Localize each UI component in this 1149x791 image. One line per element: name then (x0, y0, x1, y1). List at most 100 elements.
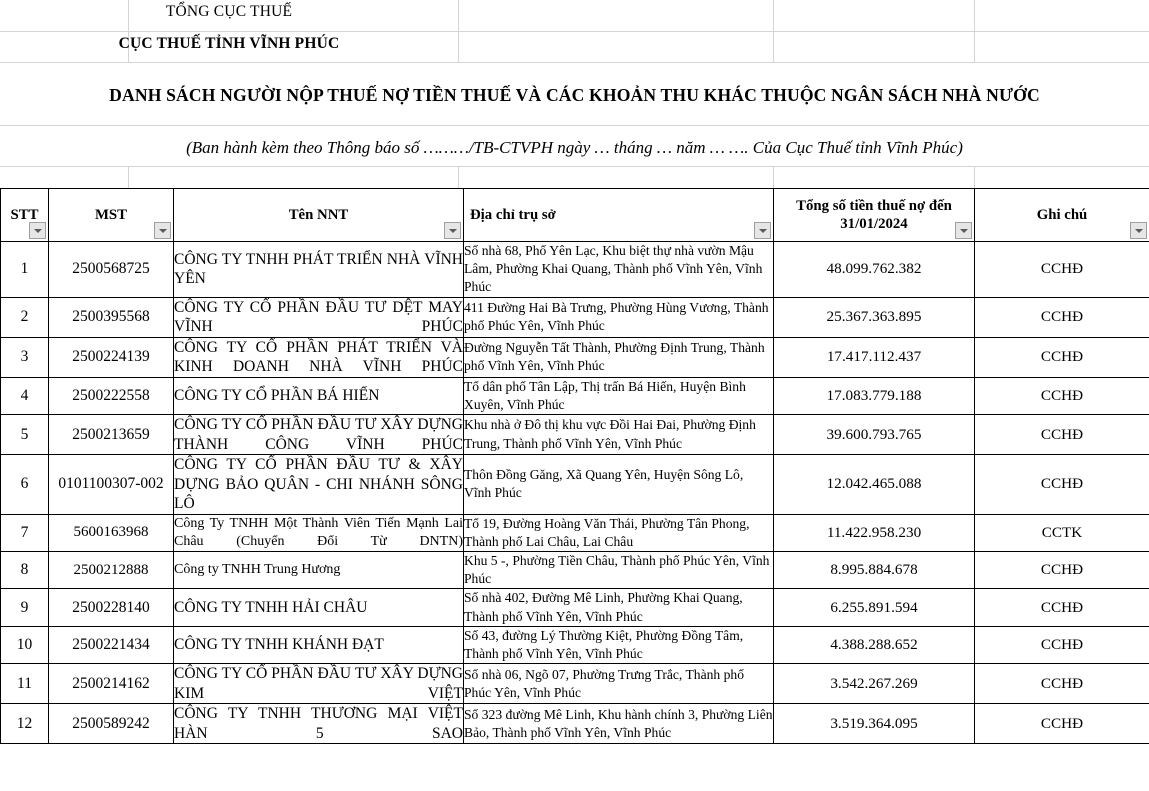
cell-stt: 10 (0, 625, 49, 665)
cell-stt: 2 (0, 296, 49, 338)
table-row: 9 2500228140 CÔNG TY TNHH HẢI CHÂU Số nh… (0, 588, 1149, 627)
column-header-note: Ghi chú (974, 188, 1149, 242)
cell-amount: 17.083.779.188 (773, 376, 975, 416)
cell-mst: 2500221434 (48, 625, 174, 665)
cell-amount: 4.388.288.652 (773, 625, 975, 665)
chevron-down-icon (758, 228, 767, 233)
cell-amount: 11.422.958.230 (773, 513, 975, 553)
table-row: 4 2500222558 CÔNG TY CỔ PHẦN BÁ HIẾN Tổ … (0, 376, 1149, 416)
cell-note: CCHĐ (974, 296, 1149, 338)
chevron-down-icon (158, 228, 167, 233)
cell-mst: 2500213659 (48, 414, 174, 456)
chevron-down-icon (959, 228, 968, 233)
cell-address: Tổ 19, Đường Hoàng Văn Thái, Phường Tân … (463, 513, 774, 553)
cell-amount: 17.417.112.437 (773, 336, 975, 378)
document-subtitle: (Ban hành kèm theo Thông báo số ………/TB-C… (186, 138, 963, 157)
column-header-mst: MST (48, 188, 174, 242)
filter-dropdown-icon[interactable] (29, 222, 46, 239)
cell-address: Số 43, đường Lý Thường Kiệt, Phường Đồng… (463, 625, 774, 665)
cell-amount: 3.542.267.269 (773, 663, 975, 705)
cell-amount: 25.367.363.895 (773, 296, 975, 338)
gridline-horizontal (0, 125, 1149, 126)
cell-amount: 12.042.465.088 (773, 454, 975, 515)
filter-dropdown-icon[interactable] (754, 222, 771, 239)
cell-stt: 12 (0, 703, 49, 745)
column-header-label: Địa chỉ trụ sở (470, 206, 556, 223)
gridline-vertical (773, 0, 774, 63)
cell-address: Khu nhà ở Đô thị khu vực Đồi Hai Đai, Ph… (463, 414, 774, 456)
column-header-label: Ghi chú (1036, 206, 1088, 223)
cell-name: CÔNG TY TNHH PHÁT TRIỂN NHÀ VĨNH YÊN (173, 241, 464, 298)
cell-note: CCHĐ (974, 336, 1149, 378)
cell-note: CCHĐ (974, 376, 1149, 416)
table-row: 6 0101100307-002 CÔNG TY CỔ PHẦN ĐẦU TƯ … (0, 454, 1149, 515)
table-row: 5 2500213659 CÔNG TY CỔ PHẦN ĐẦU TƯ XÂY … (0, 414, 1149, 456)
cell-note: CCTK (974, 513, 1149, 553)
cell-stt: 5 (0, 414, 49, 456)
cell-mst: 2500228140 (48, 588, 174, 627)
issuing-authority-top: TỔNG CỤC THUẾ (165, 3, 293, 20)
cell-address: Tổ dân phố Tân Lập, Thị trấn Bá Hiến, Hu… (463, 376, 774, 416)
cell-mst: 2500222558 (48, 376, 174, 416)
cell-amount: 3.519.364.095 (773, 703, 975, 745)
cell-stt: 7 (0, 513, 49, 553)
cell-mst: 2500568725 (48, 241, 174, 298)
table-row: 8 2500212888 Công ty TNHH Trung Hương Kh… (0, 551, 1149, 590)
cell-amount: 39.600.793.765 (773, 414, 975, 456)
cell-name: CÔNG TY CỔ PHẦN PHÁT TRIỂN VÀ KINH DOANH… (173, 336, 464, 378)
column-header-label: MST (94, 206, 128, 223)
table-row: 7 5600163968 Công Ty TNHH Một Thành Viên… (0, 513, 1149, 553)
gridline-vertical (128, 166, 129, 188)
cell-stt: 4 (0, 376, 49, 416)
cell-amount: 8.995.884.678 (773, 551, 975, 590)
cell-note: CCHĐ (974, 454, 1149, 515)
cell-address: Số nhà 68, Phố Yên Lạc, Khu biệt thự nhà… (463, 241, 774, 298)
filter-dropdown-icon[interactable] (955, 222, 972, 239)
cell-mst: 5600163968 (48, 513, 174, 553)
cell-address: Số nhà 402, Đường Mê Linh, Phường Khai Q… (463, 588, 774, 627)
cell-note: CCHĐ (974, 703, 1149, 745)
cell-name: CÔNG TY TNHH THƯƠNG MẠI VIỆT HÀN 5 SAO (173, 703, 464, 745)
cell-address: Đường Nguyễn Tất Thành, Phường Định Trun… (463, 336, 774, 378)
cell-stt: 11 (0, 663, 49, 705)
gridline-horizontal (0, 62, 1149, 63)
cell-mst: 0101100307-002 (48, 454, 174, 515)
cell-note: CCHĐ (974, 241, 1149, 298)
cell-mst: 2500214162 (48, 663, 174, 705)
column-header-stt: STT (0, 188, 49, 242)
column-header-taxpayer-name: Tên NNT (173, 188, 464, 242)
column-header-label: Tên NNT (288, 206, 349, 223)
table-row: 2 2500395568 CÔNG TY CỔ PHẦN ĐẦU TƯ DỆT … (0, 296, 1149, 338)
chevron-down-icon (448, 228, 457, 233)
issuing-authority-name: CỤC THUẾ TỈNH VĨNH PHÚC (118, 35, 340, 52)
filter-dropdown-icon[interactable] (1130, 222, 1147, 239)
cell-name: Công Ty TNHH Một Thành Viên Tiến Mạnh La… (173, 513, 464, 553)
cell-mst: 2500212888 (48, 551, 174, 590)
cell-mst: 2500395568 (48, 296, 174, 338)
cell-name: CÔNG TY CỔ PHẦN ĐẦU TƯ & XÂY DỰNG BẢO QU… (173, 454, 464, 515)
cell-note: CCHĐ (974, 588, 1149, 627)
cell-name: CÔNG TY TNHH KHÁNH ĐẠT (173, 625, 464, 665)
gridline-horizontal (0, 31, 1149, 32)
gridline-horizontal (0, 166, 1149, 167)
cell-note: CCHĐ (974, 414, 1149, 456)
cell-address: Khu 5 -, Phường Tiền Châu, Thành phố Phú… (463, 551, 774, 590)
cell-name: CÔNG TY CỔ PHẦN BÁ HIẾN (173, 376, 464, 416)
table-row: 12 2500589242 CÔNG TY TNHH THƯƠNG MẠI VI… (0, 703, 1149, 745)
debtor-list-table: STT MST Tên NNT Địa chỉ trụ sở Tổng số t… (0, 188, 1149, 745)
cell-name: Công ty TNHH Trung Hương (173, 551, 464, 590)
gridline-vertical (974, 0, 975, 63)
gridline-vertical (458, 0, 459, 63)
cell-amount: 48.099.762.382 (773, 241, 975, 298)
table-header-row: STT MST Tên NNT Địa chỉ trụ sở Tổng số t… (0, 188, 1149, 242)
cell-address: Thôn Đồng Găng, Xã Quang Yên, Huyện Sông… (463, 454, 774, 515)
cell-stt: 8 (0, 551, 49, 590)
cell-name: CÔNG TY CỔ PHẦN ĐẦU TƯ XÂY DỰNG THÀNH CÔ… (173, 414, 464, 456)
cell-mst: 2500224139 (48, 336, 174, 378)
cell-stt: 3 (0, 336, 49, 378)
filter-dropdown-icon[interactable] (154, 222, 171, 239)
filter-dropdown-icon[interactable] (444, 222, 461, 239)
chevron-down-icon (1134, 228, 1143, 233)
column-header-total-debt: Tổng số tiền thuế nợ đến 31/01/2024 (773, 188, 975, 242)
cell-mst: 2500589242 (48, 703, 174, 745)
